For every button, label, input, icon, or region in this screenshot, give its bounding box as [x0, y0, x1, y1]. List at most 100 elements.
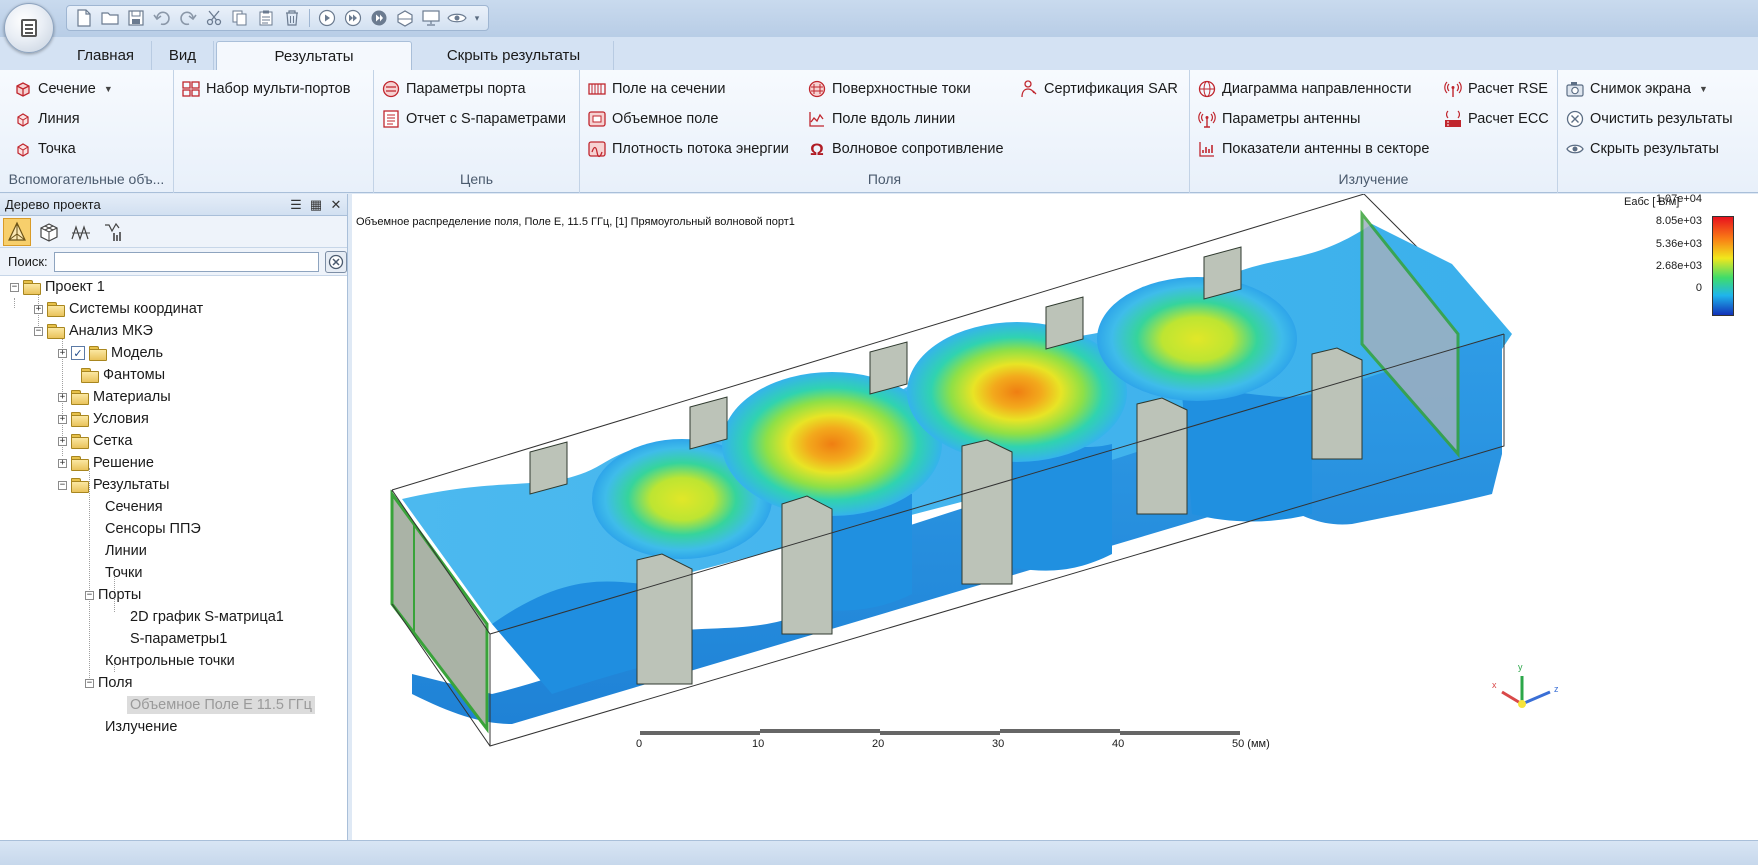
tree-node-phantoms[interactable]: Фантомы [81, 364, 165, 386]
list-menu-icon[interactable]: ☰ [287, 196, 305, 214]
copy-icon[interactable] [229, 7, 251, 29]
visibility-checkbox[interactable]: ✓ [71, 346, 85, 360]
expand-icon[interactable]: + [58, 414, 67, 424]
expand-icon[interactable]: + [58, 392, 67, 402]
wave-impedance-button[interactable]: Ω Волновое сопротивление [808, 136, 1003, 162]
point-button[interactable]: Точка [14, 136, 76, 162]
dock-icon[interactable]: ▦ [307, 196, 325, 214]
expand-icon[interactable]: + [34, 304, 43, 314]
power-density-button[interactable]: Плотность потока энергии [588, 136, 789, 162]
folder-icon [23, 280, 41, 295]
tree-node-mesh[interactable]: + Сетка [58, 430, 132, 452]
legend-value: 5.36e+03 [1655, 238, 1702, 250]
section-button[interactable]: Сечение ▼ [14, 76, 113, 102]
sparam-report-button[interactable]: Отчет с S-параметрами [382, 106, 566, 132]
tree-node-solution[interactable]: + Решение [58, 452, 154, 474]
delete-icon[interactable] [281, 7, 303, 29]
3d-viewport[interactable]: Объемное распределение поля, Поле Е, 11.… [352, 194, 1758, 840]
collapse-icon[interactable]: − [85, 678, 94, 688]
open-folder-icon[interactable] [99, 7, 121, 29]
sector-metrics-button[interactable]: Показатели антенны в секторе [1198, 136, 1429, 162]
field-on-section-button[interactable]: Поле на сечении [588, 76, 725, 102]
mesh-icon[interactable] [394, 7, 416, 29]
tree-node-volume-field-e[interactable]: Объемное Поле Е 11.5 ГГц [127, 694, 315, 716]
tree-node-fields[interactable]: − Поля [85, 672, 132, 694]
search-input[interactable] [53, 251, 320, 272]
expand-icon[interactable]: + [58, 458, 67, 468]
tree-node-materials[interactable]: + Материалы [58, 386, 171, 408]
run-icon[interactable] [368, 7, 390, 29]
tree-node-radiation[interactable]: Излучение [105, 716, 177, 738]
port-parameters-button[interactable]: Параметры порта [382, 76, 526, 102]
ecc-button[interactable]: Расчет ECC [1444, 106, 1549, 132]
point-label: Точка [38, 141, 76, 157]
clear-search-icon[interactable] [325, 250, 347, 273]
undo-icon[interactable] [151, 7, 173, 29]
close-icon[interactable]: ✕ [327, 196, 345, 214]
tree-node-results[interactable]: − Результаты [58, 474, 169, 496]
clear-results-button[interactable]: Очистить результаты [1566, 106, 1733, 132]
tree-node-model[interactable]: + ✓ Модель [58, 342, 163, 364]
collapse-icon[interactable]: − [34, 326, 43, 336]
field-along-line-button[interactable]: Поле вдоль линии [808, 106, 955, 132]
group-circuit: Параметры порта Отчет с S-параметрами Це… [374, 70, 580, 193]
volume-field-button[interactable]: Объемное поле [588, 106, 718, 132]
expand-icon[interactable]: + [58, 436, 67, 446]
results-chart-icon[interactable] [99, 218, 127, 246]
play-icon[interactable] [316, 7, 338, 29]
radiation-pattern-button[interactable]: Диаграмма направленности [1198, 76, 1411, 102]
tree-node-project[interactable]: − Проект 1 [10, 276, 105, 298]
tree-node-points[interactable]: Точки [105, 562, 142, 584]
tree-node-label: Линии [105, 543, 147, 559]
surface-currents-button[interactable]: Поверхностные токи [808, 76, 971, 102]
field-distribution-scene[interactable] [352, 194, 1758, 840]
collapse-icon[interactable]: − [10, 282, 19, 292]
eye-icon[interactable] [446, 7, 468, 29]
tree-node-ports[interactable]: − Порты [85, 584, 141, 606]
search-label: Поиск: [8, 254, 48, 269]
redo-icon[interactable] [177, 7, 199, 29]
scale-tick-label: 40 [1112, 738, 1125, 750]
screen-icon[interactable] [420, 7, 442, 29]
tree-node-smatrix-plot[interactable]: 2D график S-матрица1 [130, 606, 284, 628]
tree-node-sensors[interactable]: Сенсоры ППЭ [105, 518, 201, 540]
tree-node-conditions[interactable]: + Условия [58, 408, 149, 430]
tree-node-sections[interactable]: Сечения [105, 496, 163, 518]
tree-node-label: Сетка [93, 433, 133, 449]
multiport-set-button[interactable]: Набор мульти-портов [182, 76, 350, 102]
geometry-view-icon[interactable] [3, 217, 31, 246]
point-cube-icon [14, 140, 32, 158]
collapse-icon[interactable]: − [85, 590, 94, 600]
field-view-icon[interactable] [67, 218, 95, 246]
screenshot-button[interactable]: Снимок экрана ▼ [1566, 76, 1708, 102]
expand-icon[interactable]: + [58, 348, 67, 358]
tree-node-label: Объемное Поле Е 11.5 ГГц [127, 696, 315, 714]
tab-home[interactable]: Главная [60, 41, 152, 70]
volume-field-label: Объемное поле [612, 111, 719, 127]
application-menu-button[interactable] [4, 3, 54, 53]
hide-results-label: Скрыть результаты [1590, 141, 1719, 157]
collapse-icon[interactable]: − [58, 480, 67, 490]
tree-node-sparameters[interactable]: S-параметры1 [130, 628, 227, 650]
step-icon[interactable] [342, 7, 364, 29]
hide-results-button[interactable]: Скрыть результаты [1566, 136, 1719, 162]
qat-dropdown-icon[interactable]: ▾ [472, 7, 482, 29]
mesh-cube-icon[interactable] [35, 218, 63, 246]
antenna-parameters-button[interactable]: Параметры антенны [1198, 106, 1360, 132]
tab-view[interactable]: Вид [152, 41, 214, 70]
tree-node-lines[interactable]: Линии [105, 540, 147, 562]
paste-icon[interactable] [255, 7, 277, 29]
tree-node-coordinate-systems[interactable]: + Системы координат [34, 298, 203, 320]
volume-field-icon [588, 110, 606, 128]
legend-value: 2.68e+03 [1655, 260, 1702, 272]
cut-icon[interactable] [203, 7, 225, 29]
rse-button[interactable]: Расчет RSE [1444, 76, 1548, 102]
tree-node-checkpoints[interactable]: Контрольные точки [105, 650, 235, 672]
save-icon[interactable] [125, 7, 147, 29]
sar-certification-button[interactable]: Сертификация SAR [1020, 76, 1178, 102]
tree-node-fem-analysis[interactable]: − Анализ МКЭ [34, 320, 153, 342]
line-button[interactable]: Линия [14, 106, 80, 132]
tab-hide-results[interactable]: Скрыть результаты [414, 41, 614, 70]
new-file-icon[interactable] [73, 7, 95, 29]
tab-results[interactable]: Результаты [216, 41, 412, 70]
